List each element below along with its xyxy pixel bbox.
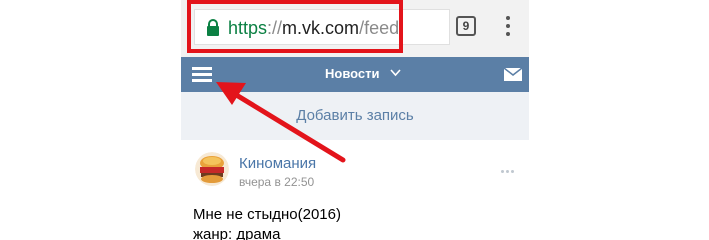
browser-menu-icon[interactable] [505, 16, 511, 38]
avatar[interactable] [195, 152, 229, 186]
add-post-bar[interactable]: Добавить запись [181, 92, 529, 140]
vk-header: Новости [181, 57, 529, 92]
post-menu-icon[interactable] [501, 160, 517, 173]
add-post-label[interactable]: Добавить запись [181, 107, 529, 124]
post-text-line: жанр: драма [193, 226, 281, 240]
chevron-down-icon[interactable] [390, 69, 401, 77]
tabs-count-button[interactable]: 9 [456, 16, 476, 36]
post-time[interactable]: вчера в 22:50 [239, 175, 314, 189]
feed-post: Киномания вчера в 22:50 Мне не стыдно(20… [181, 140, 529, 240]
url-highlight-box [187, 0, 403, 53]
post-text-line: Мне не стыдно(2016) [193, 206, 341, 223]
hamburger-menu-icon[interactable] [192, 67, 212, 83]
mail-icon[interactable] [504, 68, 522, 81]
post-author[interactable]: Киномания [239, 155, 316, 172]
news-title[interactable]: Новости [325, 66, 380, 81]
